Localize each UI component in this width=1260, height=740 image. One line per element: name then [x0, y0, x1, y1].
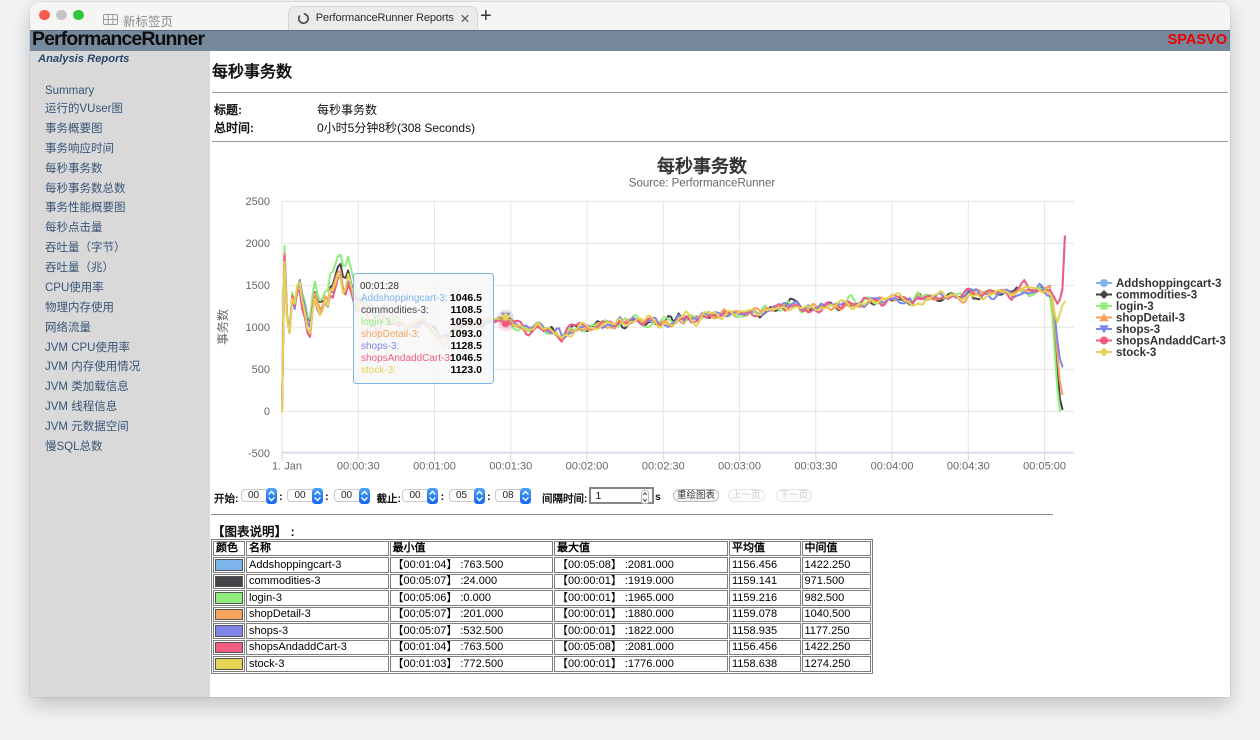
svg-text:1093.0: 1093.0 [450, 328, 482, 340]
svg-text:shopsAndaddCart-3:: shopsAndaddCart-3: [361, 353, 453, 364]
svg-text:00:05:00: 00:05:00 [1023, 460, 1066, 472]
svg-text:00:04:00: 00:04:00 [871, 460, 914, 472]
svg-text:00:01:28: 00:01:28 [360, 281, 399, 292]
svg-text:stock-3:: stock-3: [361, 365, 396, 376]
svg-text:commodities-3:: commodities-3: [361, 305, 429, 316]
svg-text:00:01:30: 00:01:30 [489, 460, 532, 472]
svg-text:Source: PerformanceRunner: Source: PerformanceRunner [629, 177, 776, 189]
svg-text:1128.5: 1128.5 [450, 340, 482, 352]
svg-text:1046.5: 1046.5 [450, 352, 482, 364]
svg-text:00:02:00: 00:02:00 [566, 460, 609, 472]
svg-text:1. Jan: 1. Jan [272, 460, 302, 472]
svg-text:login-3: login-3 [1116, 301, 1154, 313]
svg-text:2000: 2000 [246, 238, 270, 250]
svg-text:shopsAndaddCart-3: shopsAndaddCart-3 [1116, 335, 1226, 347]
svg-text:Addshoppingcart-3:: Addshoppingcart-3: [361, 293, 448, 304]
svg-text:00:01:00: 00:01:00 [413, 460, 456, 472]
svg-text:1000: 1000 [246, 322, 270, 334]
svg-text:1500: 1500 [246, 280, 270, 292]
svg-text:shopDetail-3:: shopDetail-3: [361, 329, 420, 340]
svg-text:00:02:30: 00:02:30 [642, 460, 685, 472]
svg-text:shops-3:: shops-3: [361, 341, 399, 352]
svg-text:-500: -500 [248, 448, 270, 460]
svg-text:stock-3: stock-3 [1116, 347, 1156, 359]
svg-text:1046.5: 1046.5 [450, 292, 482, 304]
svg-text:0: 0 [264, 406, 270, 418]
svg-text:2500: 2500 [246, 196, 270, 208]
svg-text:shops-3: shops-3 [1116, 324, 1160, 336]
svg-text:commodities-3: commodities-3 [1116, 289, 1197, 301]
svg-text:500: 500 [252, 364, 270, 376]
svg-text:00:00:30: 00:00:30 [337, 460, 380, 472]
svg-text:1123.0: 1123.0 [450, 364, 482, 376]
svg-text:Addshoppingcart-3: Addshoppingcart-3 [1116, 278, 1221, 290]
svg-text:1108.5: 1108.5 [450, 304, 482, 316]
svg-text:事务数: 事务数 [215, 308, 230, 344]
svg-text:shopDetail-3: shopDetail-3 [1116, 312, 1185, 324]
svg-text:00:03:00: 00:03:00 [718, 460, 761, 472]
svg-text:每秒事务数: 每秒事务数 [657, 155, 748, 176]
svg-text:1059.0: 1059.0 [450, 316, 482, 328]
svg-text:00:03:30: 00:03:30 [794, 460, 837, 472]
svg-text:login-3:: login-3: [361, 317, 394, 328]
svg-text:00:04:30: 00:04:30 [947, 460, 990, 472]
